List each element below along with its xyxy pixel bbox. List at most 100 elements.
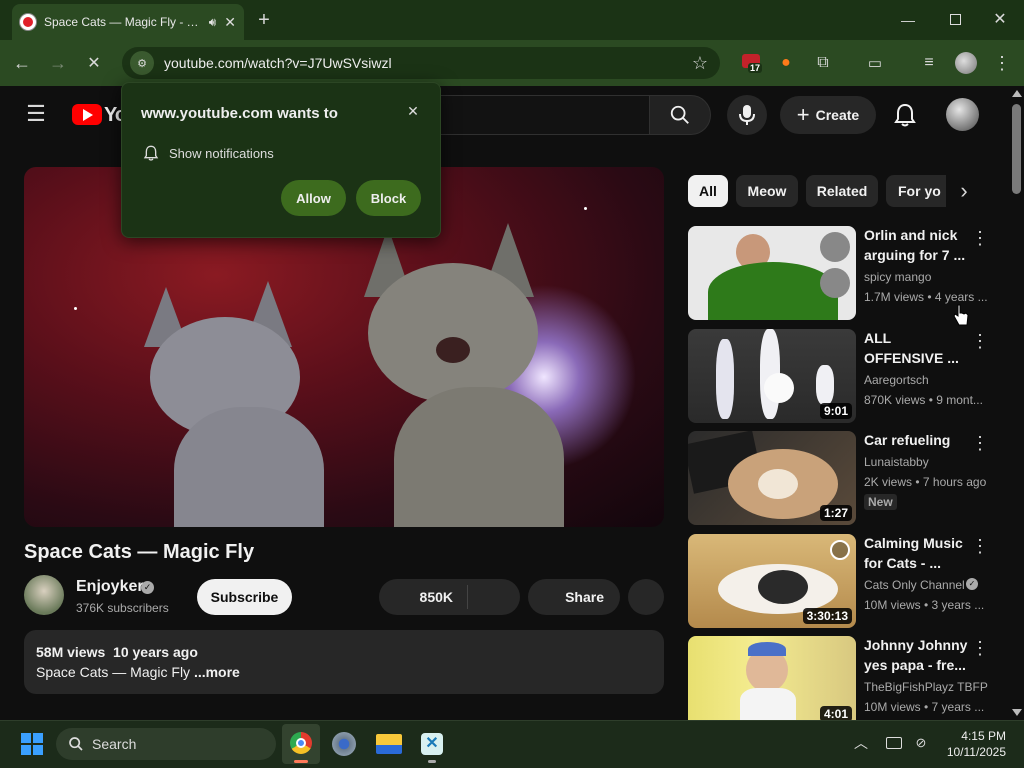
forward-icon[interactable]: → <box>46 52 70 74</box>
recommendation-menu-icon[interactable]: ⋮ <box>970 433 990 453</box>
recommendation-thumbnail[interactable] <box>688 226 856 320</box>
address-bar[interactable]: ⚙ youtube.com/watch?v=J7UwSVsiwzl <box>122 47 720 79</box>
recommendation-title[interactable]: Calming Music for Cats - ... <box>864 533 974 573</box>
puzzle-extensions-icon[interactable]: ⧉ <box>812 52 834 74</box>
app-taskbar-icon[interactable]: ✕ <box>421 733 443 755</box>
profile-avatar[interactable] <box>955 52 977 74</box>
recommendation-title[interactable]: ALL OFFENSIVE ... <box>864 328 974 368</box>
chip-for-you[interactable]: For yo <box>886 175 946 207</box>
recommendation-menu-icon[interactable]: ⋮ <box>970 536 990 556</box>
like-button[interactable]: 850K <box>379 579 467 615</box>
chip-related-label: Related <box>816 183 868 199</box>
cast-icon[interactable]: ▭ <box>864 52 886 74</box>
site-info-icon[interactable]: ⚙ <box>130 51 154 75</box>
recommendation-title[interactable]: Car refueling <box>864 430 974 450</box>
chip-related[interactable]: Related <box>806 175 878 207</box>
views-and-date: 58M views 10 years ago <box>36 644 198 660</box>
recommendation-channel[interactable]: spicy mango <box>864 268 931 286</box>
hand-cursor-icon <box>953 304 969 326</box>
browser-tab[interactable]: Space Cats — Magic Fly - YouTube 🔊︎ ✕ <box>12 4 244 40</box>
chips-next-chevron-icon[interactable]: › <box>948 175 980 207</box>
recommendation-menu-icon[interactable]: ⋮ <box>970 638 990 658</box>
share-button[interactable]: Share <box>528 579 620 615</box>
bell-icon <box>143 145 159 166</box>
voice-search-button[interactable] <box>727 95 767 135</box>
recommendation-title-line: arguing for 7 ... <box>864 247 966 263</box>
page-scrollbar[interactable] <box>1010 90 1024 720</box>
youtube-logo-icon[interactable] <box>72 104 102 125</box>
stop-icon[interactable]: ✕ <box>82 52 106 74</box>
url-text[interactable]: youtube.com/watch?v=J7UwSVsiwzl <box>164 55 392 71</box>
channel-avatar[interactable] <box>24 575 64 615</box>
close-window-icon[interactable]: ✕ <box>990 9 1010 29</box>
taskbar-search-box[interactable]: Search <box>56 728 276 760</box>
create-button[interactable]: + Create <box>780 96 876 134</box>
search-icon <box>670 105 689 124</box>
recommendation-menu-icon[interactable]: ⋮ <box>970 228 990 248</box>
scroll-down-arrow-icon[interactable] <box>1012 709 1022 716</box>
chip-all-label: All <box>699 183 717 199</box>
dislike-button[interactable] <box>468 579 520 615</box>
channel-name[interactable]: Enjoyker <box>76 578 144 596</box>
scroll-up-arrow-icon[interactable] <box>1012 90 1022 97</box>
kitten-right <box>364 223 584 527</box>
network-icon[interactable]: ⊘ <box>912 734 930 752</box>
recommendation-thumbnail[interactable]: 3:30:13 <box>688 534 856 628</box>
clock-time[interactable]: 4:15 PM <box>940 729 1006 743</box>
duration-badge: 9:01 <box>819 403 852 419</box>
bookmark-star-icon[interactable]: ☆ <box>690 52 710 74</box>
file-explorer-taskbar-icon[interactable] <box>376 734 402 754</box>
recommendation-title-line: ALL <box>864 330 892 346</box>
youtube-favicon-icon <box>20 14 36 30</box>
new-tab-icon[interactable]: + <box>254 9 274 31</box>
like-count: 850K <box>419 589 453 605</box>
more-actions-button[interactable] <box>628 579 664 615</box>
chip-meow-label: Meow <box>747 183 787 199</box>
recommendation-channel[interactable]: Aaregortsch <box>864 371 929 389</box>
chrome-taskbar-icon[interactable] <box>282 724 320 764</box>
back-icon[interactable]: ← <box>10 52 34 74</box>
block-button[interactable]: Block <box>356 180 421 216</box>
recommendation-channel[interactable]: Cats Only Channel <box>864 576 965 594</box>
recommendation-title[interactable]: Orlin and nick arguing for 7 ... <box>864 225 974 265</box>
recommendation-meta: 10M views • 7 years ... <box>864 700 985 714</box>
recommendation-title-line: Orlin and nick <box>864 227 958 243</box>
chip-all[interactable]: All <box>688 175 728 207</box>
display-icon[interactable] <box>886 737 902 749</box>
create-label: Create <box>815 107 860 123</box>
browser-menu-icon[interactable]: ⋮ <box>992 52 1012 74</box>
clock-date[interactable]: 10/11/2025 <box>936 745 1006 759</box>
minimize-icon[interactable]: — <box>898 10 918 30</box>
recommendation-channel[interactable]: TheBigFishPlayz TBFP <box>864 678 988 696</box>
description-box[interactable]: 58M views 10 years ago Space Cats — Magi… <box>24 630 664 694</box>
windows-start-icon[interactable] <box>21 733 43 755</box>
search-button[interactable] <box>649 95 711 135</box>
popup-close-icon[interactable]: ✕ <box>404 102 422 120</box>
hamburger-menu-icon[interactable]: ☰ <box>24 101 48 126</box>
chip-for-you-label: For yo <box>898 183 941 199</box>
recommendation-title[interactable]: Johnny Johnny yes papa - fre... <box>864 635 974 675</box>
tab-close-icon[interactable]: ✕ <box>224 14 236 31</box>
allow-button[interactable]: Allow <box>281 180 346 216</box>
media-control-icon[interactable]: ≡ <box>918 52 940 74</box>
settings-taskbar-icon[interactable] <box>332 732 356 756</box>
fox-extension-icon[interactable]: ● <box>776 52 796 74</box>
chip-meow[interactable]: Meow <box>736 175 798 207</box>
show-hidden-icons-chevron[interactable]: ︿ <box>852 734 870 752</box>
notifications-bell-icon[interactable] <box>892 102 918 128</box>
account-avatar[interactable] <box>946 98 979 131</box>
recommendation-menu-icon[interactable]: ⋮ <box>970 331 990 351</box>
restore-icon[interactable] <box>950 14 961 25</box>
microphone-icon <box>739 105 755 125</box>
taskbar-search-label: Search <box>92 736 137 752</box>
duration-badge: 3:30:13 <box>802 608 852 624</box>
recommendation-thumbnail[interactable]: 4:01 <box>688 636 856 720</box>
recommendation-thumbnail[interactable]: 9:01 <box>688 329 856 423</box>
speaker-icon[interactable]: 🔊︎ <box>209 15 217 30</box>
search-input[interactable] <box>440 95 649 135</box>
recommendation-thumbnail[interactable]: 1:27 <box>688 431 856 525</box>
recommendation-channel[interactable]: Lunaistabby <box>864 453 929 471</box>
subscribe-button[interactable]: Subscribe <box>197 579 292 615</box>
show-more-link[interactable]: ...more <box>194 664 240 680</box>
kitten-left <box>144 281 344 527</box>
